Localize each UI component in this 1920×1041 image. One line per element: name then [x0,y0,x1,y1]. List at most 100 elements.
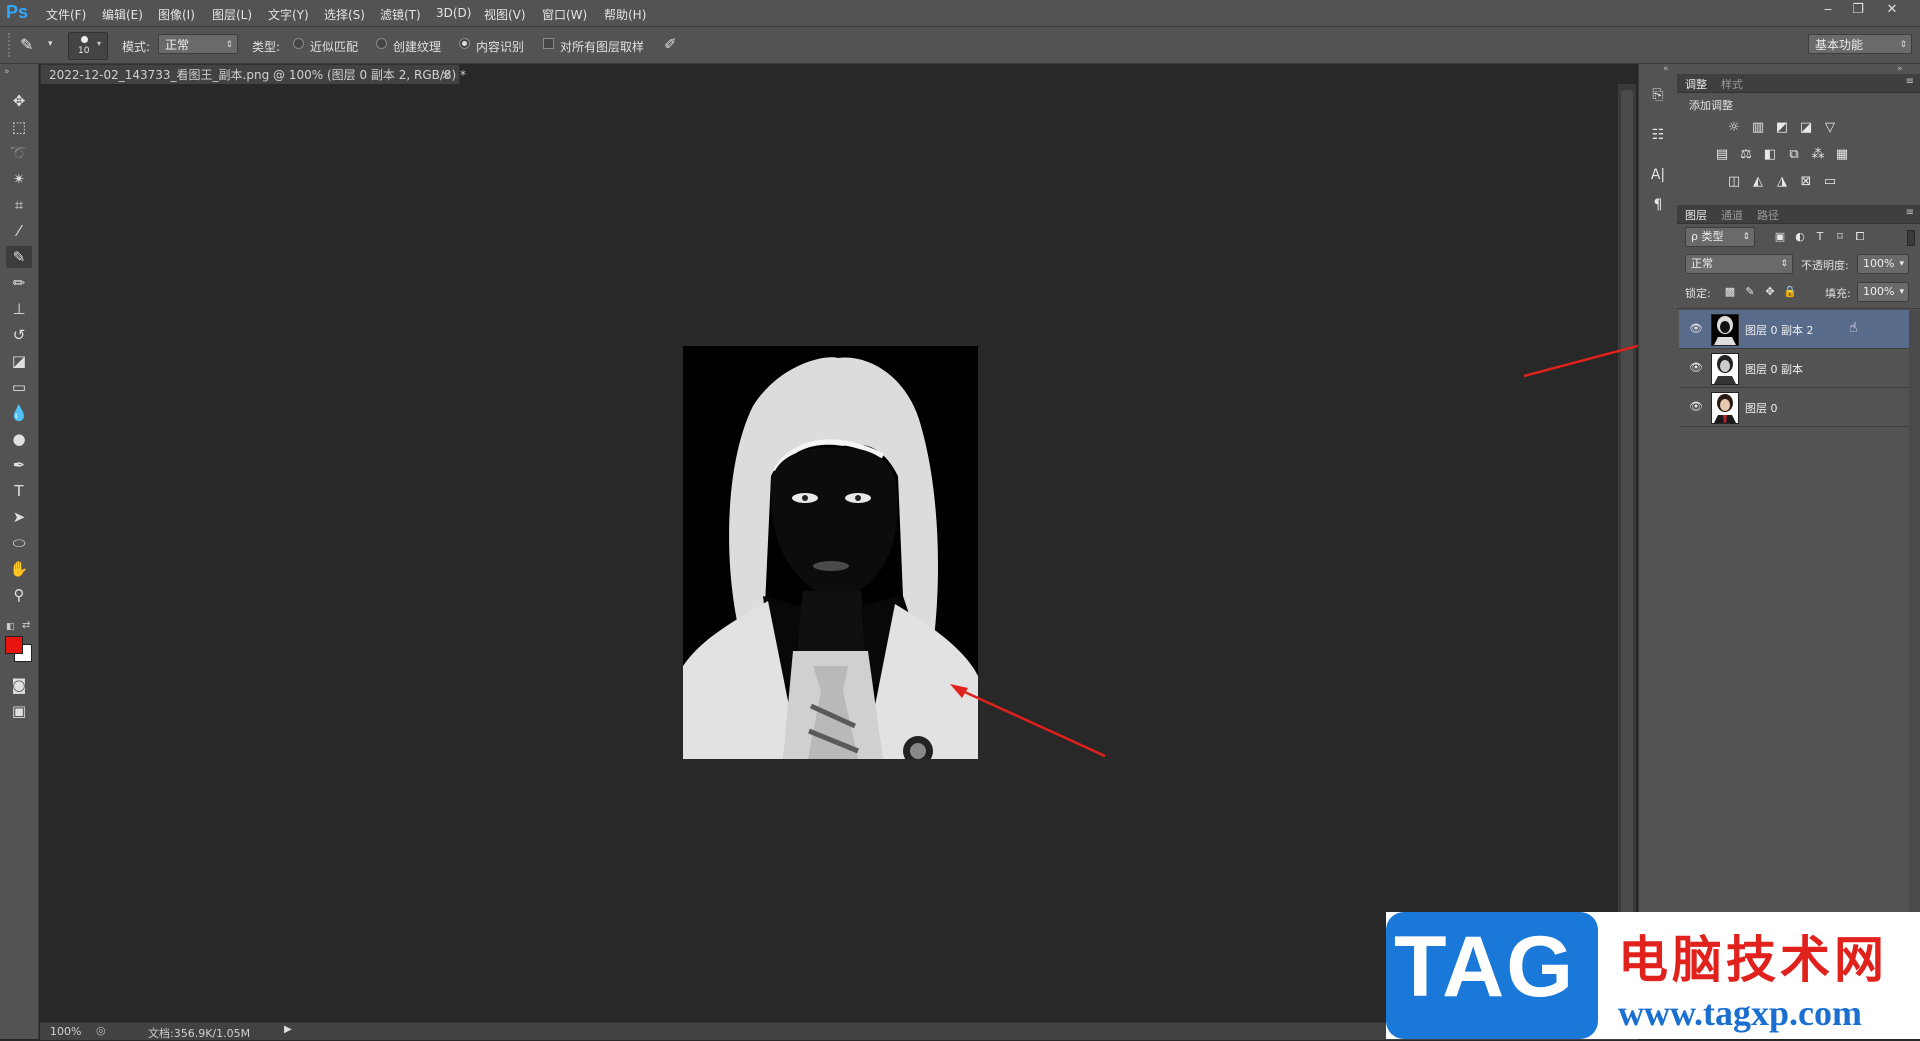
close-icon[interactable]: ✕ [1880,2,1904,20]
visibility-eye-icon[interactable]: 👁 [1689,361,1703,375]
default-colors-icon[interactable]: ◧ [6,622,15,632]
menu-file[interactable]: 文件(F) [46,6,86,23]
threshold-icon[interactable]: ◮ [1773,174,1791,190]
gradient-tool-icon[interactable]: ▭ [6,376,32,398]
brush-tool-icon[interactable]: ✏ [6,272,32,294]
menu-select[interactable]: 选择(S) [324,6,365,23]
menu-filter[interactable]: 滤镜(T) [380,6,421,23]
lasso-tool-icon[interactable]: ➰ [6,142,32,164]
exposure-icon[interactable]: ◪ [1797,120,1815,136]
properties-panel-icon[interactable]: ☷ [1647,124,1669,146]
quick-mask-icon[interactable]: ◙ [6,674,32,696]
dodge-tool-icon[interactable]: ● [6,428,32,450]
blur-tool-icon[interactable]: 💧 [6,402,32,424]
layer-name[interactable]: 图层 0 副本 2 [1745,322,1814,338]
mode-select[interactable]: 正常 ⇕ [158,34,238,54]
channel-mixer-icon[interactable]: ⁂ [1809,147,1827,163]
tab-styles[interactable]: 样式 [1721,76,1743,92]
screen-mode-icon[interactable]: ▣ [6,700,32,722]
tab-adjustments[interactable]: 调整 [1685,76,1707,92]
magic-wand-tool-icon[interactable]: ✴ [6,168,32,190]
foreground-color-swatch[interactable] [5,636,23,654]
posterize-icon[interactable]: ◭ [1749,174,1767,190]
tab-channels[interactable]: 通道 [1721,207,1743,223]
scrollbar-thumb[interactable] [1621,90,1633,1010]
filter-shape-icon[interactable]: ⌑ [1831,229,1849,245]
photo-filter-icon[interactable]: ⧉ [1785,147,1803,163]
crop-tool-icon[interactable]: ⌗ [6,194,32,216]
marquee-tool-icon[interactable]: ⬚ [6,116,32,138]
eraser-tool-icon[interactable]: ◪ [6,350,32,372]
layers-scrollbar[interactable] [1909,310,1920,970]
menu-image[interactable]: 图像(I) [158,6,195,23]
paragraph-panel-icon[interactable]: ¶ [1647,194,1669,216]
ellipse-tool-icon[interactable]: ⬭ [6,532,32,554]
minimize-icon[interactable]: ‒ [1816,2,1840,20]
tab-close-icon[interactable]: × [441,65,451,85]
zoom-tool-icon[interactable]: ⚲ [6,584,32,606]
curves-icon[interactable]: ◩ [1773,120,1791,136]
tab-paths[interactable]: 路径 [1757,207,1779,223]
status-info-icon[interactable]: ◎ [96,1024,106,1037]
expand-panel-icon[interactable]: » [4,67,10,77]
brush-preset-picker[interactable]: 10 ▾ [68,32,108,60]
radio-proximity-match[interactable] [293,38,304,49]
lock-transparent-icon[interactable]: ▩ [1721,284,1739,300]
lock-all-icon[interactable]: 🔒 [1781,284,1799,300]
workspace-select[interactable]: 基本功能 ⇕ [1808,34,1912,54]
pressure-size-icon[interactable]: ✐ [664,35,677,53]
eyedropper-tool-icon[interactable]: ⁄ [6,220,32,242]
move-tool-icon[interactable]: ✥ [6,90,32,112]
filter-pixel-icon[interactable]: ▣ [1771,229,1789,245]
invert-icon[interactable]: ◫ [1725,174,1743,190]
type-tool-icon[interactable]: T [6,480,32,502]
layer-filter-select[interactable]: ρ 类型 ⇕ [1685,227,1755,247]
character-panel-icon[interactable]: A| [1647,164,1669,186]
menu-layer[interactable]: 图层(L) [212,6,252,23]
spot-healing-brush-icon[interactable]: ✎ [20,35,33,54]
history-brush-tool-icon[interactable]: ↺ [6,324,32,346]
selective-color-icon[interactable]: ⊠ [1797,174,1815,190]
canvas-image[interactable] [683,346,978,759]
visibility-eye-icon[interactable]: 👁 [1689,400,1703,414]
collapse-panels-icon[interactable]: » [1897,64,1903,74]
menu-3d[interactable]: 3D(D) [436,6,471,20]
blend-mode-select[interactable]: 正常 ⇕ [1685,254,1793,274]
filter-smart-object-icon[interactable]: ⧠ [1851,229,1869,245]
visibility-eye-icon[interactable]: 👁 [1689,322,1703,336]
menu-edit[interactable]: 编辑(E) [102,6,143,23]
chevron-down-icon[interactable]: ▾ [48,39,53,49]
history-panel-icon[interactable]: ⎘ [1647,84,1669,106]
filter-adjustment-icon[interactable]: ◐ [1791,229,1809,245]
layer-row-copy-2[interactable]: 👁 图层 0 副本 2 ☝ [1679,310,1909,349]
filter-toggle[interactable] [1907,230,1915,246]
sample-all-layers-checkbox[interactable] [543,38,554,49]
color-balance-icon[interactable]: ⚖ [1737,147,1755,163]
radio-create-texture[interactable] [376,38,387,49]
document-tab[interactable]: 2022-12-02_143733_看图王_副本.png @ 100% (图层 … [40,64,466,85]
menu-window[interactable]: 窗口(W) [542,6,587,23]
fill-input[interactable]: 100% ▾ [1857,282,1909,302]
lock-position-icon[interactable]: ✥ [1761,284,1779,300]
filter-type-icon[interactable]: T [1811,229,1829,245]
panel-menu-icon[interactable]: ≡ [1906,207,1914,218]
path-selection-tool-icon[interactable]: ➤ [6,506,32,528]
brightness-icon[interactable]: ☼ [1725,120,1743,136]
vibrance-icon[interactable]: ▽ [1821,120,1839,136]
menu-help[interactable]: 帮助(H) [604,6,646,23]
pen-tool-icon[interactable]: ✒ [6,454,32,476]
clone-stamp-tool-icon[interactable]: ⊥ [6,298,32,320]
panel-menu-icon[interactable]: ≡ [1906,76,1914,87]
radio-content-aware[interactable] [459,38,470,49]
spot-healing-brush-tool-icon[interactable]: ✎ [6,246,32,268]
menu-view[interactable]: 视图(V) [484,6,526,23]
restore-icon[interactable]: ❐ [1846,2,1870,20]
menu-type[interactable]: 文字(Y) [268,6,309,23]
levels-icon[interactable]: ▥ [1749,120,1767,136]
hand-tool-icon[interactable]: ✋ [6,558,32,580]
layer-row-copy[interactable]: 👁 图层 0 副本 [1679,349,1909,388]
opacity-input[interactable]: 100% ▾ [1857,254,1909,274]
tab-layers[interactable]: 图层 [1685,207,1707,223]
swap-colors-icon[interactable]: ⇄ [22,620,30,631]
hue-saturation-icon[interactable]: ▤ [1713,147,1731,163]
